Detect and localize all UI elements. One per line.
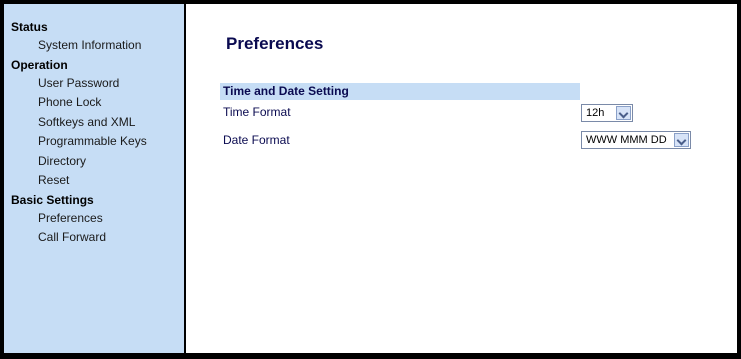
- top-border: [0, 0, 741, 4]
- nav-item-phone-lock[interactable]: Phone Lock: [4, 93, 184, 113]
- sidebar: Status System Information Operation User…: [4, 4, 186, 353]
- main-content: Preferences Time and Date Setting Time F…: [188, 4, 737, 353]
- nav-item-preferences[interactable]: Preferences: [4, 209, 184, 229]
- nav-item-system-information[interactable]: System Information: [4, 36, 184, 56]
- date-format-value: WWW MMM DD: [586, 134, 667, 146]
- time-format-value: 12h: [586, 107, 605, 119]
- time-format-select[interactable]: 12h: [581, 104, 633, 122]
- nav-section-basic-settings: Basic Settings: [11, 192, 94, 207]
- page-frame: Status System Information Operation User…: [0, 0, 741, 359]
- chevron-down-icon: [674, 133, 689, 147]
- nav-item-reset[interactable]: Reset: [4, 171, 184, 191]
- right-border: [737, 0, 741, 359]
- date-format-label: Date Format: [223, 133, 290, 147]
- bottom-border: [0, 353, 741, 359]
- time-format-label: Time Format: [223, 105, 291, 119]
- nav-item-softkeys-and-xml[interactable]: Softkeys and XML: [4, 113, 184, 133]
- date-format-select[interactable]: WWW MMM DD: [581, 131, 691, 149]
- nav-section-operation: Operation: [11, 57, 68, 72]
- section-header-time-date: Time and Date Setting: [220, 83, 580, 100]
- nav-item-directory[interactable]: Directory: [4, 152, 184, 172]
- left-border: [0, 0, 4, 359]
- nav-item-programmable-keys[interactable]: Programmable Keys: [4, 132, 184, 152]
- page-title: Preferences: [226, 34, 324, 53]
- nav-item-user-password[interactable]: User Password: [4, 74, 184, 94]
- chevron-down-icon: [616, 106, 631, 120]
- nav-section-status: Status: [11, 20, 48, 34]
- nav-item-call-forward[interactable]: Call Forward: [4, 228, 184, 248]
